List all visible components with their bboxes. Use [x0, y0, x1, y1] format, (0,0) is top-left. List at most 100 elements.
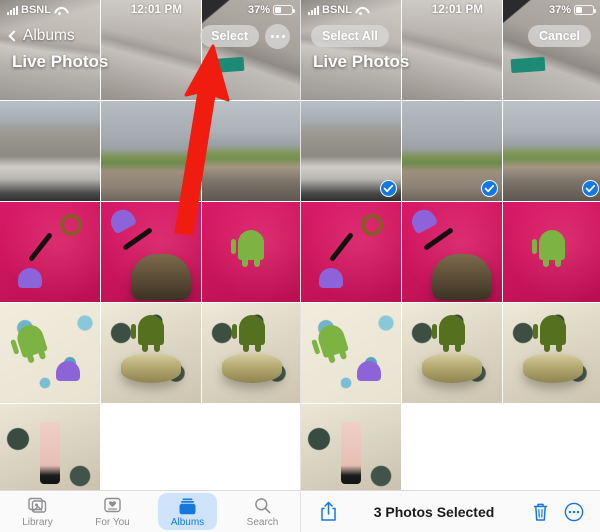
photo-object-green-box: [510, 56, 546, 74]
photo-object-android: [533, 315, 566, 352]
selection-check-icon[interactable]: [582, 180, 599, 197]
cancel-button[interactable]: Cancel: [528, 24, 591, 48]
status-bar: BSNL 12:01 PM 37%: [0, 0, 300, 20]
photo-cell[interactable]: [402, 202, 502, 302]
for-you-card-icon: [104, 495, 121, 515]
photo-object-jar-lid: [121, 353, 181, 383]
status-bar-time: 12:01 PM: [431, 4, 484, 16]
more-options-button[interactable]: [265, 23, 290, 49]
selection-check-icon[interactable]: [481, 180, 498, 197]
photo-cell-selected[interactable]: [301, 101, 401, 201]
page-title: Live Photos: [12, 52, 109, 71]
photo-object-jar-lid: [422, 353, 482, 383]
photo-cell[interactable]: [101, 202, 201, 302]
status-bar: BSNL 12:01 PM 37%: [301, 0, 600, 20]
tab-search[interactable]: Search: [225, 491, 300, 532]
photo-object-bell: [18, 268, 42, 288]
photo-object-bell: [319, 268, 343, 288]
photo-cell[interactable]: [0, 303, 100, 403]
selection-count-label: 3 Photos Selected: [373, 503, 495, 520]
photo-grid[interactable]: [0, 0, 300, 504]
tab-for-you[interactable]: For You: [75, 491, 150, 532]
nav-bar: Select All Cancel: [301, 20, 600, 52]
tab-albums[interactable]: Albums: [150, 491, 225, 532]
photo-cell[interactable]: [301, 404, 401, 504]
delete-button[interactable]: [527, 502, 553, 522]
share-button[interactable]: [315, 501, 341, 522]
photo-object-bell: [357, 361, 381, 381]
battery-icon: [574, 5, 596, 15]
photo-object-stick: [122, 227, 153, 251]
battery-percent: 37%: [548, 4, 571, 16]
photo-cell[interactable]: [503, 303, 600, 403]
status-bar-left: BSNL: [308, 4, 366, 16]
back-button-label: Albums: [23, 27, 75, 44]
photo-grid-empty: [101, 404, 201, 504]
photo-object-green-box: [209, 56, 245, 74]
photo-cell-selected[interactable]: [503, 101, 600, 201]
status-bar-right: 37%: [548, 4, 596, 16]
cellular-bars-icon: [308, 5, 319, 15]
photo-object-bell: [106, 205, 138, 235]
tab-label: Search: [246, 517, 279, 528]
photo-grid[interactable]: [301, 0, 600, 504]
photo-object-bell: [56, 361, 80, 381]
albums-icon: [178, 496, 197, 516]
photo-cell[interactable]: [202, 101, 300, 201]
more-options-button[interactable]: [561, 502, 587, 522]
wifi-icon: [54, 6, 65, 15]
carrier-name: BSNL: [322, 4, 352, 16]
photo-stack-icon: [28, 495, 47, 515]
tab-library[interactable]: Library: [0, 491, 75, 532]
photo-object-jar: [432, 254, 492, 300]
photo-object-keyring: [361, 214, 383, 236]
back-button[interactable]: Albums: [8, 27, 75, 45]
select-button[interactable]: Select: [200, 24, 259, 48]
status-bar-time: 12:01 PM: [130, 4, 183, 16]
photo-cell[interactable]: [503, 202, 600, 302]
photo-object-jar-lid: [222, 353, 282, 383]
photo-object-bell: [407, 205, 439, 235]
photo-object-android: [232, 315, 265, 352]
photo-object-stick: [28, 232, 53, 262]
photo-object-android: [14, 321, 48, 359]
photo-grid-empty: [402, 404, 502, 504]
battery-icon: [273, 5, 295, 15]
photo-object-keyring: [60, 214, 82, 236]
photo-grid-empty: [202, 404, 300, 504]
chevron-left-icon: [8, 30, 20, 42]
ellipsis-icon: [270, 34, 285, 38]
photo-object-android: [432, 315, 465, 352]
photo-object-stick: [423, 227, 454, 251]
search-icon: [254, 495, 271, 515]
photo-object-stick: [329, 232, 354, 262]
photo-cell[interactable]: [101, 101, 201, 201]
photo-cell[interactable]: [202, 202, 300, 302]
photo-grid-empty: [503, 404, 600, 504]
tab-label: Albums: [170, 517, 205, 528]
photo-cell[interactable]: [101, 303, 201, 403]
phone-screen-before: BSNL 12:01 PM 37% Albums Select Live Pho…: [0, 0, 300, 532]
selection-check-icon[interactable]: [380, 180, 397, 197]
photo-cell[interactable]: [301, 303, 401, 403]
photo-object-watch-band: [40, 422, 60, 484]
tab-albums-highlight: Albums: [157, 493, 218, 530]
phone-screen-after: BSNL 12:01 PM 37% Select All Cancel Live…: [300, 0, 600, 532]
photo-object-android: [532, 230, 565, 267]
photo-cell[interactable]: [0, 202, 100, 302]
tab-label: For You: [95, 517, 130, 528]
carrier-name: BSNL: [21, 4, 51, 16]
photo-object-watch-band: [341, 422, 361, 484]
photo-cell[interactable]: [301, 202, 401, 302]
nav-bar: Albums Select: [0, 20, 300, 52]
photo-cell[interactable]: [0, 101, 100, 201]
select-all-button[interactable]: Select All: [311, 24, 389, 48]
photo-cell-selected[interactable]: [402, 101, 502, 201]
photo-cell[interactable]: [202, 303, 300, 403]
page-title: Live Photos: [313, 52, 410, 71]
photo-cell[interactable]: [402, 303, 502, 403]
status-bar-left: BSNL: [7, 4, 65, 16]
comparison-screenshots: BSNL 12:01 PM 37% Albums Select Live Pho…: [0, 0, 600, 532]
photo-cell[interactable]: [0, 404, 100, 504]
tab-label: Library: [22, 517, 53, 528]
